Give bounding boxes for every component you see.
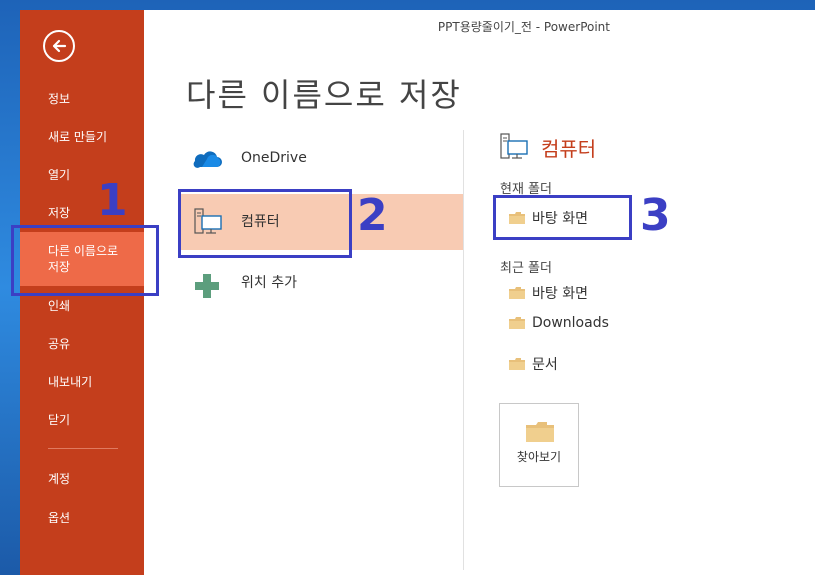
- sidebar-item-export[interactable]: 내보내기: [20, 374, 144, 390]
- panel-divider: [463, 130, 464, 570]
- location-label-add-place: 위치 추가: [241, 275, 297, 291]
- location-add-place[interactable]: 위치 추가: [165, 254, 483, 314]
- sidebar-item-options[interactable]: 옵션: [20, 510, 144, 526]
- sidebar-item-share[interactable]: 공유: [20, 336, 144, 352]
- folder-icon: [509, 358, 525, 370]
- plus-icon: [195, 274, 219, 298]
- panel-heading: 컴퓨터: [541, 137, 597, 161]
- back-arrow-icon: [52, 39, 67, 53]
- folder-icon: [526, 422, 554, 442]
- computer-icon: [500, 133, 528, 159]
- annotation-box-3: [493, 195, 632, 240]
- recent-folder-downloads[interactable]: Downloads: [508, 312, 609, 334]
- sidebar-item-info[interactable]: 정보: [20, 91, 144, 107]
- browse-label: 찾아보기: [516, 450, 562, 464]
- annotation-number-2: 2: [357, 190, 388, 241]
- sidebar-item-new[interactable]: 새로 만들기: [20, 129, 144, 145]
- browse-button[interactable]: 찾아보기: [499, 403, 579, 487]
- folder-icon: [509, 317, 525, 329]
- folder-name: 문서: [532, 357, 558, 373]
- annotation-box-1: [11, 225, 159, 296]
- back-button[interactable]: [43, 30, 75, 62]
- sidebar-item-account[interactable]: 계정: [20, 471, 144, 487]
- recent-folder-documents[interactable]: 문서: [508, 353, 558, 375]
- annotation-box-2: [178, 189, 352, 258]
- annotation-number-1: 1: [97, 175, 128, 226]
- sidebar-item-close[interactable]: 닫기: [20, 412, 144, 428]
- folder-name: 바탕 화면: [532, 286, 588, 302]
- location-onedrive[interactable]: OneDrive: [165, 128, 483, 188]
- page-title: 다른 이름으로 저장: [186, 76, 462, 114]
- location-label-onedrive: OneDrive: [241, 150, 307, 166]
- title-bar: PPT용량줄이기_전 - PowerPoint: [144, 10, 815, 40]
- recent-folders-label: 최근 폴더: [500, 261, 552, 276]
- sidebar-divider: [48, 448, 118, 449]
- onedrive-cloud-icon: [193, 151, 222, 168]
- folder-icon: [509, 287, 525, 299]
- recent-folder-desktop[interactable]: 바탕 화면: [508, 282, 588, 304]
- annotation-number-3: 3: [640, 190, 671, 241]
- sidebar-item-print[interactable]: 인쇄: [20, 298, 144, 314]
- window-title: PPT용량줄이기_전 - PowerPoint: [437, 20, 610, 34]
- folder-name: Downloads: [532, 315, 609, 331]
